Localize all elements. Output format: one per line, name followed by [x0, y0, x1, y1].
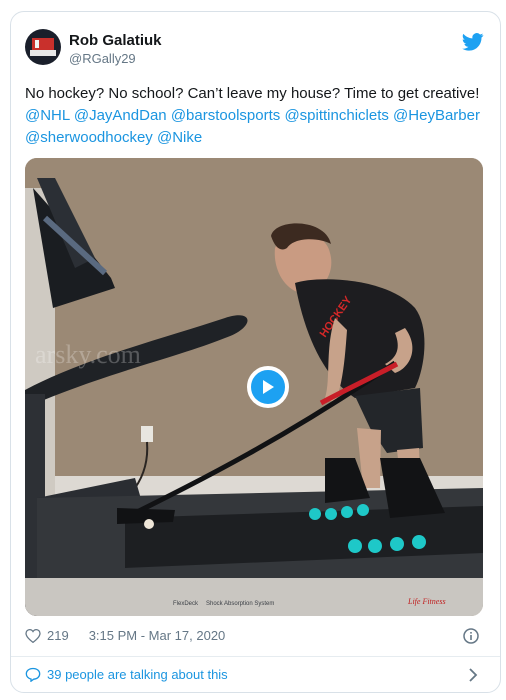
- tweet-text: No hockey? No school? Can’t leave my hou…: [25, 83, 490, 149]
- tweet-card: Rob Galatiuk @RGally29 No hockey? No sch…: [10, 11, 501, 693]
- author-name[interactable]: Rob Galatiuk: [69, 32, 162, 49]
- mention-link[interactable]: @Nike: [157, 129, 202, 146]
- tweet-body: No hockey? No school? Can’t leave my hou…: [25, 85, 480, 102]
- play-button[interactable]: [247, 366, 289, 408]
- mention-link[interactable]: @barstoolsports: [171, 107, 280, 124]
- info-icon[interactable]: [463, 628, 479, 644]
- treadmill-model: FlexDeck: [173, 601, 199, 607]
- video-player[interactable]: FlexDeck Shock Absorption System Life Fi…: [25, 158, 483, 616]
- heart-icon[interactable]: [25, 628, 41, 643]
- comment-icon: [25, 667, 41, 682]
- divider: [11, 656, 500, 657]
- tweet-meta: 219 3:15 PM - Mar 17, 2020: [25, 628, 225, 643]
- author-handle[interactable]: @RGally29: [69, 51, 136, 66]
- treadmill-subtext: Shock Absorption System: [206, 601, 274, 607]
- talking-text: 39 people are talking about this: [47, 667, 228, 682]
- mention-link[interactable]: @JayAndDan: [74, 107, 167, 124]
- mention-link[interactable]: @NHL: [25, 107, 70, 124]
- mention-link[interactable]: @sherwoodhockey: [25, 129, 153, 146]
- watermark: arsky.com: [35, 340, 141, 369]
- treadmill-brand: Life Fitness: [407, 597, 446, 606]
- avatar[interactable]: [25, 29, 61, 65]
- chevron-right-icon[interactable]: [468, 668, 478, 682]
- play-icon: [263, 380, 274, 394]
- conversation-link[interactable]: 39 people are talking about this: [25, 667, 228, 682]
- like-count[interactable]: 219: [47, 628, 69, 643]
- mention-link[interactable]: @HeyBarber: [393, 107, 480, 124]
- mention-link[interactable]: @spittinchiclets: [284, 107, 388, 124]
- twitter-bird-icon[interactable]: [462, 33, 484, 51]
- tweet-timestamp[interactable]: 3:15 PM - Mar 17, 2020: [89, 628, 226, 643]
